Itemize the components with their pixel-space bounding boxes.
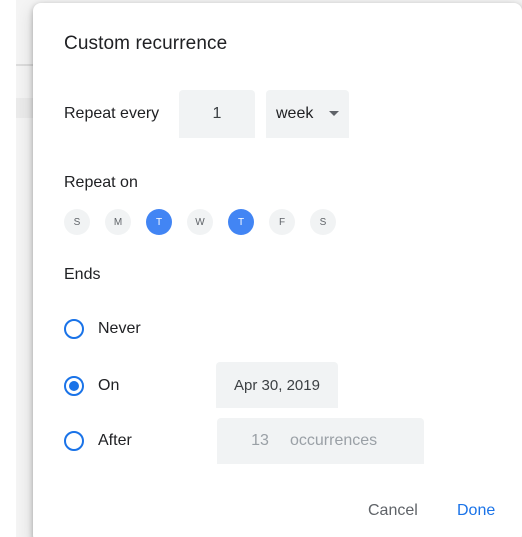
dialog-title: Custom recurrence — [64, 33, 228, 54]
repeat-unit-value: week — [276, 105, 314, 122]
repeat-interval-input[interactable]: 1 — [179, 90, 255, 138]
radio-after[interactable] — [64, 431, 84, 451]
ends-on-label: On — [98, 377, 120, 394]
day-label: M — [113, 216, 123, 228]
radio-never[interactable] — [64, 319, 84, 339]
day-toggle-sunday[interactable]: S — [64, 209, 90, 235]
occurrences-unit-label: occurrences — [290, 432, 378, 449]
end-date-input[interactable]: Apr 30, 2019 — [216, 362, 338, 408]
radio-on[interactable] — [64, 376, 84, 396]
day-label: T — [237, 216, 245, 228]
ends-label: Ends — [64, 266, 101, 283]
cancel-button[interactable]: Cancel — [368, 502, 418, 520]
ends-never-option[interactable]: Never — [64, 316, 141, 342]
dropdown-arrow-icon — [329, 111, 339, 116]
day-label: T — [155, 216, 163, 228]
day-toggle-thursday[interactable]: T — [228, 209, 254, 235]
repeat-every-label: Repeat every — [64, 105, 160, 122]
day-label: F — [278, 216, 286, 228]
ends-after-label: After — [98, 432, 132, 449]
day-label: S — [319, 216, 327, 228]
day-toggle-saturday[interactable]: S — [310, 209, 336, 235]
ends-on-option[interactable]: On — [64, 373, 119, 399]
day-toggle-monday[interactable]: M — [105, 209, 131, 235]
custom-recurrence-dialog: Custom recurrence Repeat every 1 week Re… — [33, 3, 522, 537]
day-toggle-tuesday[interactable]: T — [146, 209, 172, 235]
repeat-on-label: Repeat on — [64, 174, 138, 191]
done-button[interactable]: Done — [457, 502, 495, 520]
end-date-value: Apr 30, 2019 — [234, 376, 320, 394]
ends-never-label: Never — [98, 320, 141, 337]
day-toggle-friday[interactable]: F — [269, 209, 295, 235]
occurrences-count: 13 — [251, 432, 269, 449]
day-toggle-wednesday[interactable]: W — [187, 209, 213, 235]
occurrences-input[interactable]: 13 occurrences — [217, 418, 424, 464]
repeat-interval-value: 1 — [212, 105, 222, 122]
day-label: W — [195, 216, 205, 228]
repeat-unit-select[interactable]: week — [266, 90, 349, 138]
day-label: S — [73, 216, 81, 228]
ends-after-option[interactable]: After — [64, 428, 132, 454]
